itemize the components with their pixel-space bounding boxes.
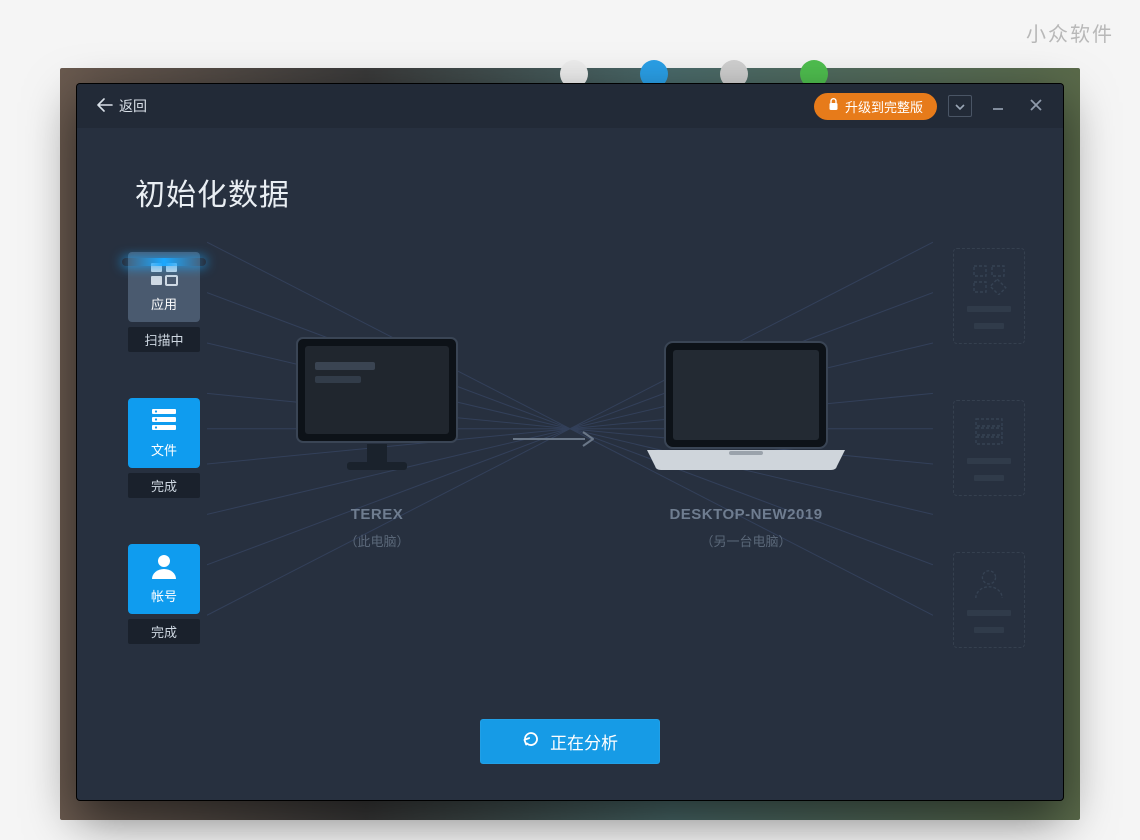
close-button[interactable] [1021, 91, 1051, 121]
apps-grid-icon [971, 263, 1007, 295]
category-status: 完成 [128, 619, 200, 644]
arrow-left-icon [97, 98, 113, 115]
target-placeholder-apps [953, 248, 1025, 344]
category-label: 帐号 [151, 586, 177, 605]
analyze-button[interactable]: 正在分析 [480, 719, 660, 764]
chevron-down-icon [955, 98, 965, 114]
lock-icon [828, 98, 839, 114]
category-accounts[interactable]: 帐号 完成 [125, 544, 203, 644]
source-device-subtitle: （此电脑） [344, 531, 409, 550]
analyze-label: 正在分析 [550, 729, 618, 754]
devices-row: TEREX （此电脑） DESKTOP-NEW2019 （另一台电脑） [77, 332, 1063, 550]
person-icon [971, 567, 1007, 599]
target-device-subtitle: （另一台电脑） [700, 531, 791, 550]
desktop-monitor-icon [289, 332, 465, 482]
source-device: TEREX （此电脑） [289, 332, 465, 550]
upgrade-button[interactable]: 升级到完整版 [814, 93, 937, 120]
titlebar: 返回 升级到完整版 [77, 84, 1063, 128]
transfer-arrow-icon [511, 428, 595, 455]
target-device: DESKTOP-NEW2019 （另一台电脑） [641, 332, 851, 550]
upgrade-label: 升级到完整版 [845, 97, 923, 116]
back-button[interactable]: 返回 [89, 92, 155, 120]
refresh-icon [522, 730, 540, 753]
target-placeholder-accounts [953, 552, 1025, 648]
person-icon [150, 553, 178, 582]
watermark-text: 小众软件 [1026, 18, 1114, 47]
minimize-icon [991, 98, 1005, 115]
minimize-button[interactable] [983, 91, 1013, 121]
scan-progress-bar [122, 258, 206, 266]
app-window: 返回 升级到完整版 初始化数据 [77, 84, 1063, 800]
target-device-name: DESKTOP-NEW2019 [669, 506, 822, 523]
laptop-icon [641, 332, 851, 482]
source-device-name: TEREX [351, 506, 404, 523]
close-icon [1029, 98, 1043, 115]
page-title: 初始化数据 [135, 170, 1063, 214]
content-area: 应用 扫描中 文件 完成 帐号 [77, 222, 1063, 782]
category-label: 应用 [151, 294, 177, 313]
options-dropdown-button[interactable] [945, 91, 975, 121]
back-label: 返回 [119, 96, 147, 116]
